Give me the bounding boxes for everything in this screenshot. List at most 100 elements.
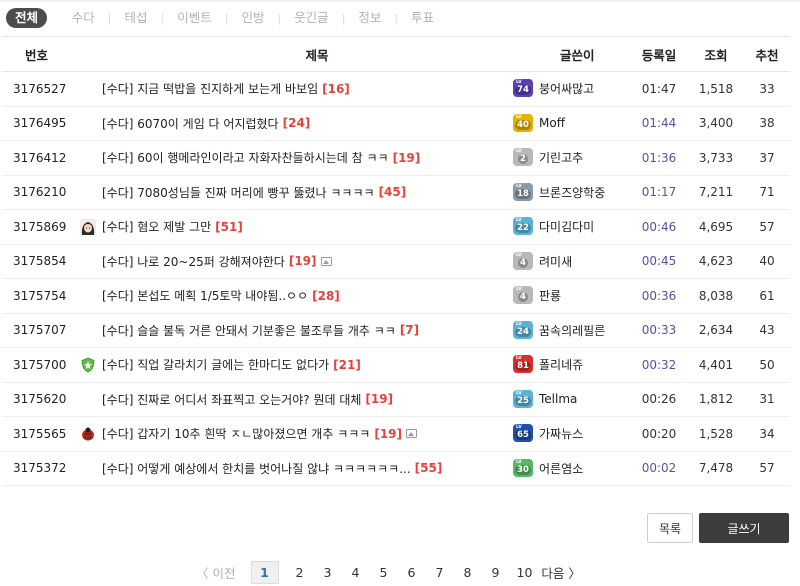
- title-cell: [수다] 6070이 게임 다 어지럽혔다 [24]: [102, 115, 512, 132]
- comment-count[interactable]: [7]: [400, 323, 419, 337]
- level-badge-icon: LV 40: [512, 113, 535, 133]
- tab-0[interactable]: 전체: [6, 8, 48, 28]
- author-name[interactable]: 기린고추: [539, 149, 583, 166]
- comment-count[interactable]: [19]: [393, 151, 421, 165]
- comment-count[interactable]: [45]: [379, 185, 407, 199]
- tab-7[interactable]: 투표: [411, 8, 434, 28]
- comment-count[interactable]: [21]: [333, 358, 361, 372]
- level-number: 81: [515, 361, 531, 372]
- level-badge-icon: LV 65: [512, 424, 535, 443]
- post-number: 3176495: [13, 116, 67, 131]
- author-name[interactable]: 폴리네쥬: [539, 356, 583, 373]
- page-6[interactable]: 6: [405, 565, 419, 580]
- tab-4[interactable]: 인방: [241, 8, 264, 28]
- next-label: 다음: [541, 565, 565, 581]
- post-date: 00:32: [641, 357, 677, 372]
- post-board: 번호 제목 글쓴이 등록일 조회 추천 3176527 [수다] 지금 떡밥을 진…: [2, 36, 790, 486]
- page-8[interactable]: 8: [461, 565, 475, 580]
- header-views: 조회: [704, 47, 728, 63]
- recommend-count: 37: [759, 150, 775, 165]
- post-title-link[interactable]: [수다] 지금 떡밥을 진지하게 보는게 바보임: [102, 80, 318, 97]
- level-number: 25: [515, 395, 531, 406]
- author-name[interactable]: Tellma: [539, 392, 577, 406]
- comment-count[interactable]: [24]: [283, 116, 311, 130]
- tab-separator: |: [160, 11, 165, 25]
- comment-count[interactable]: [19]: [374, 427, 402, 441]
- tab-5[interactable]: 웃긴글: [294, 8, 329, 28]
- author-cell: LV 24 꿈속의레필른: [512, 320, 630, 340]
- list-button[interactable]: 목록: [647, 513, 693, 543]
- post-date: 01:44: [641, 116, 677, 131]
- author-name[interactable]: 어른염소: [539, 460, 583, 477]
- view-count: 4,401: [698, 357, 734, 372]
- author-cell: LV 2 기린고추: [512, 148, 630, 167]
- level-number: 40: [515, 119, 531, 130]
- page-4[interactable]: 4: [349, 565, 363, 580]
- post-title-link[interactable]: [수다] 본섭도 메획 1/5토막 내야됨..ㅇㅇ: [102, 287, 308, 304]
- post-number: 3176210: [13, 185, 67, 200]
- view-count: 3,733: [698, 150, 734, 165]
- prev-page-link[interactable]: 〈 이전: [196, 563, 236, 582]
- page-1[interactable]: 1: [250, 560, 279, 584]
- page-7[interactable]: 7: [433, 565, 447, 580]
- post-title-link[interactable]: [수다] 진짜로 어디서 좌표찍고 오는거야? 뭔데 대체: [102, 391, 361, 408]
- page-2[interactable]: 2: [293, 565, 307, 580]
- table-row: 3176210 [수다] 7080성님들 진짜 머리에 빵꾸 뚫렸나 ㅋㅋㅋㅋ [4…: [2, 176, 790, 210]
- author-cell: LV 18 브론즈양학중: [512, 182, 630, 202]
- write-button[interactable]: 글쓰기: [699, 513, 789, 543]
- recommend-count: 61: [759, 288, 775, 303]
- post-title-link[interactable]: [수다] 60이 행메라인이라고 자화자찬들하시는데 참 ㅋㅋ: [102, 149, 389, 166]
- tab-2[interactable]: 테섭: [124, 8, 147, 28]
- table-row: 3176412 [수다] 60이 행메라인이라고 자화자찬들하시는데 참 ㅋㅋ [1…: [2, 141, 790, 176]
- tab-6[interactable]: 정보: [358, 8, 381, 28]
- view-count: 4,623: [698, 254, 734, 269]
- post-title-link[interactable]: [수다] 슬슬 불독 거른 안돼서 기분좋은 불조루들 개추 ㅋㅋ: [102, 322, 396, 339]
- page-5[interactable]: 5: [377, 565, 391, 580]
- comment-count[interactable]: [16]: [322, 82, 350, 96]
- author-name[interactable]: 붕어싸많고: [539, 80, 594, 97]
- table-row: 3175754 [수다] 본섭도 메획 1/5토막 내야됨..ㅇㅇ [28] LV 4 판…: [2, 279, 790, 314]
- level-badge-icon: LV 30: [512, 458, 535, 478]
- comment-count[interactable]: [55]: [415, 461, 443, 475]
- author-name[interactable]: 꿈속의레필른: [539, 322, 605, 339]
- comment-count[interactable]: [19]: [289, 254, 317, 268]
- post-title-link[interactable]: [수다] 직업 갈라치기 글에는 한마디도 없다가: [102, 356, 329, 373]
- table-row: 3175372 [수다] 어떻게 예상에서 한치를 벗어나질 않냐 ㅋㅋㅋㅋㅋㅋ.…: [2, 452, 790, 486]
- post-date: 01:17: [641, 185, 677, 200]
- post-title-link[interactable]: [수다] 어떻게 예상에서 한치를 벗어나질 않냐 ㅋㅋㅋㅋㅋㅋ...: [102, 460, 411, 477]
- title-cell: [수다] 어떻게 예상에서 한치를 벗어나질 않냐 ㅋㅋㅋㅋㅋㅋ... [55]: [102, 460, 512, 477]
- tab-1[interactable]: 수다: [72, 8, 95, 28]
- author-name[interactable]: 려미새: [539, 253, 572, 270]
- author-name[interactable]: 판룡: [539, 287, 561, 304]
- author-name[interactable]: 다미김다미: [539, 218, 594, 235]
- post-number: 3176412: [13, 150, 67, 165]
- tab-3[interactable]: 이벤트: [177, 8, 212, 28]
- comment-count[interactable]: [51]: [215, 220, 243, 234]
- recommend-count: 57: [759, 219, 775, 234]
- post-date: 00:46: [641, 219, 677, 234]
- post-date: 00:36: [641, 288, 677, 303]
- avatar-cell: [74, 218, 102, 235]
- next-page-link[interactable]: 다음 〉: [541, 563, 581, 582]
- post-list: 3176527 [수다] 지금 떡밥을 진지하게 보는게 바보임 [16] LV 74 붕…: [2, 72, 790, 486]
- tab-separator: |: [394, 11, 399, 25]
- post-title-link[interactable]: [수다] 갑자기 10추 흰딱 ㅈㄴ많아졌으면 개추 ㅋㅋㅋ: [102, 425, 370, 442]
- post-title-link[interactable]: [수다] 혐오 제발 그만: [102, 218, 211, 235]
- post-date: 01:47: [641, 81, 677, 96]
- author-name[interactable]: 가짜뉴스: [539, 425, 583, 442]
- post-title-link[interactable]: [수다] 6070이 게임 다 어지럽혔다: [102, 115, 279, 132]
- comment-count[interactable]: [28]: [312, 289, 340, 303]
- author-name[interactable]: Moff: [539, 116, 565, 130]
- title-cell: [수다] 나로 20~25퍼 강해져야한다 [19]: [102, 253, 512, 270]
- page-9[interactable]: 9: [489, 565, 503, 580]
- level-badge-icon: LV 74: [512, 79, 535, 98]
- page-3[interactable]: 3: [321, 565, 335, 580]
- post-title-link[interactable]: [수다] 7080성님들 진짜 머리에 빵꾸 뚫렸나 ㅋㅋㅋㅋ: [102, 184, 375, 201]
- recommend-count: 31: [759, 392, 775, 407]
- header-author: 글쓴이: [560, 47, 595, 63]
- post-title-link[interactable]: [수다] 나로 20~25퍼 강해져야한다: [102, 253, 285, 270]
- author-cell: LV 4 려미새: [512, 251, 630, 271]
- comment-count[interactable]: [19]: [365, 392, 393, 406]
- author-name[interactable]: 브론즈양학중: [539, 184, 605, 201]
- page-10[interactable]: 10: [517, 565, 533, 580]
